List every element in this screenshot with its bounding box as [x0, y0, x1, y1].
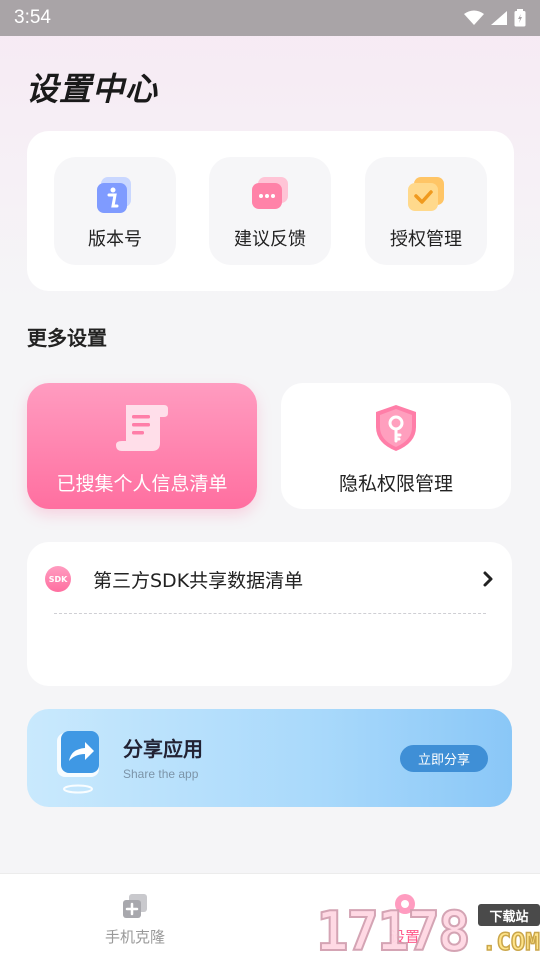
- sdk-list-card: SDK 第三方SDK共享数据清单: [27, 542, 512, 686]
- sdk-list-label: 第三方SDK共享数据清单: [93, 569, 304, 592]
- chat-icon: [252, 177, 288, 209]
- watermark-number: 17178: [315, 899, 472, 960]
- page-title: 设置中心: [26, 70, 159, 108]
- chevron-right-icon: [483, 571, 493, 587]
- document-icon: [116, 405, 168, 451]
- version-label: 版本号: [88, 229, 142, 250]
- dashed-divider: [54, 613, 486, 614]
- shield-key-icon: [376, 405, 416, 451]
- watermark-suffix: .COM: [481, 927, 540, 957]
- add-square-icon: [123, 894, 147, 918]
- authorization-button[interactable]: 授权管理: [365, 157, 487, 265]
- signal-icon: [491, 11, 507, 25]
- tab-phone-clone[interactable]: 手机克隆: [35, 874, 235, 960]
- battery-icon: [514, 9, 526, 27]
- status-bar: 3:54: [0, 0, 540, 36]
- status-time: 3:54: [14, 7, 51, 28]
- version-button[interactable]: 版本号: [54, 157, 176, 265]
- sdk-list-item[interactable]: SDK 第三方SDK共享数据清单: [45, 564, 495, 594]
- check-icon: [408, 177, 444, 211]
- feedback-label: 建议反馈: [234, 229, 306, 250]
- info-icon: [97, 177, 131, 213]
- watermark: 17178 下载站 .COM: [315, 898, 540, 960]
- watermark-tag: 下载站: [478, 904, 540, 926]
- tab-phone-clone-label: 手机克隆: [104, 928, 165, 946]
- share-title: 分享应用: [123, 737, 203, 761]
- share-now-button[interactable]: 立即分享: [400, 745, 488, 772]
- collected-info-label: 已搜集个人信息清单: [56, 473, 228, 495]
- share-icon: [57, 731, 99, 794]
- privacy-permissions-label: 隐私权限管理: [338, 473, 453, 495]
- privacy-permissions-button[interactable]: 隐私权限管理: [281, 383, 511, 509]
- more-settings-title: 更多设置: [27, 326, 107, 350]
- feedback-button[interactable]: 建议反馈: [209, 157, 331, 265]
- share-app-card[interactable]: 分享应用 Share the app 立即分享: [27, 709, 512, 807]
- collected-info-button[interactable]: 已搜集个人信息清单: [27, 383, 257, 509]
- share-subtitle: Share the app: [123, 767, 199, 781]
- sdk-badge: SDK: [45, 566, 71, 592]
- authorization-label: 授权管理: [390, 229, 462, 250]
- quick-actions-card: 版本号 建议反馈 授权管理: [27, 131, 514, 291]
- wifi-icon: [464, 10, 484, 25]
